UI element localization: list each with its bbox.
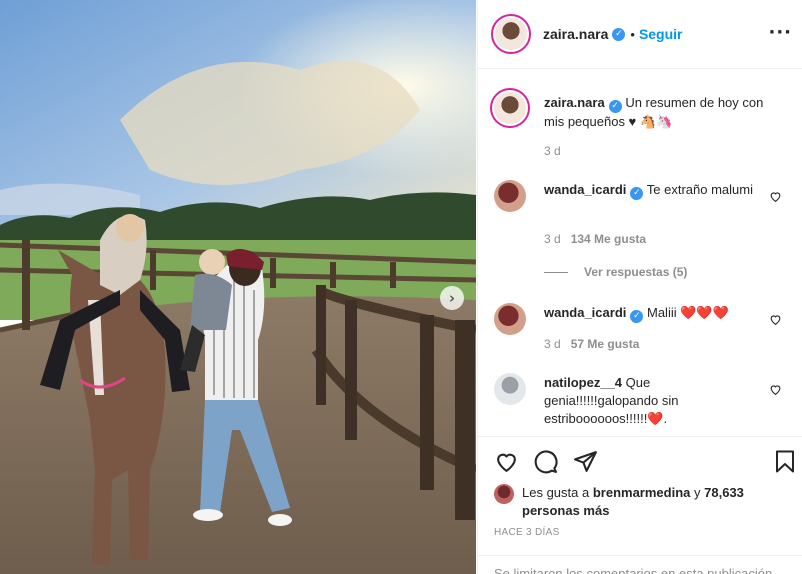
heart-icon[interactable] [494, 449, 519, 474]
comments-limited-notice: Se limitaron los comentarios en esta pub… [478, 555, 802, 574]
post-panel: zaira.nara ✓ • Seguir ··· zaira.nara ✓ Un… [477, 0, 802, 574]
comment-text: Te extraño malumi [646, 182, 753, 197]
comment-time: 3 d [544, 337, 561, 351]
comment-time: 3 d [544, 232, 561, 246]
comment-end: . [663, 411, 668, 426]
commenter-avatar[interactable] [494, 180, 526, 212]
verified-badge-icon: ✓ [612, 27, 626, 41]
unicorn-emoji-icon: 🦄 [656, 114, 673, 129]
liker-username[interactable]: brenmarmedina [593, 485, 691, 500]
verified-badge-icon: ✓ [608, 100, 622, 113]
photo-illustration [0, 0, 476, 574]
more-options-icon[interactable]: ··· [768, 22, 792, 43]
follow-button[interactable]: Seguir [639, 26, 683, 42]
author-username[interactable]: zaira.nara [543, 26, 608, 42]
comment-text: Maliii [647, 305, 677, 320]
liker-avatar[interactable] [494, 484, 514, 504]
commenter-username[interactable]: natilopez__4 [544, 375, 622, 390]
caption-avatar[interactable] [490, 88, 530, 128]
comment-likes[interactable]: 134 Me gusta [571, 232, 646, 246]
likes-prefix: Les gusta a [522, 485, 590, 500]
post-photo[interactable]: › [0, 0, 476, 574]
post-timestamp[interactable]: HACE 3 DÍAS [494, 527, 560, 538]
red-heart-emoji: ❤️ [647, 411, 664, 426]
share-icon[interactable] [573, 449, 598, 474]
post-header: zaira.nara ✓ • Seguir ··· [478, 0, 802, 69]
comment-meta: 3 d 134 Me gusta [544, 232, 646, 246]
bookmark-icon[interactable] [773, 449, 797, 474]
verified-badge-icon: ✓ [630, 187, 644, 200]
commenter-username[interactable]: wanda_icardi [544, 305, 626, 320]
commenter-avatar[interactable] [494, 303, 526, 335]
horse-emoji-icon: 🐴 [639, 114, 657, 129]
commenter-avatar[interactable] [494, 373, 526, 405]
comments-list[interactable]: zaira.nara ✓ Un resumen de hoy con mis pe… [478, 70, 802, 436]
comment-meta: 3 d 57 Me gusta [544, 337, 639, 351]
commenter-username[interactable]: wanda_icardi [544, 182, 626, 197]
likes-conj: y [694, 485, 701, 500]
replies-divider [544, 271, 568, 273]
like-comment-heart-icon[interactable] [769, 383, 782, 396]
comment-text-block: wanda_icardi ✓ Maliii ❤️❤️❤️ [544, 304, 766, 323]
view-replies-label: Ver respuestas (5) [584, 265, 688, 279]
caption-username[interactable]: zaira.nara [544, 95, 605, 110]
avatar[interactable] [491, 14, 531, 54]
comment-icon[interactable] [533, 449, 558, 474]
separator-dot: • [630, 26, 635, 42]
view-replies-button[interactable]: Ver respuestas (5) [544, 265, 687, 279]
caption-text-block: zaira.nara ✓ Un resumen de hoy con mis pe… [544, 94, 766, 131]
like-comment-heart-icon[interactable] [769, 313, 782, 326]
caption-time: 3 d [544, 144, 561, 158]
chevron-right-icon[interactable]: › [440, 286, 464, 310]
like-comment-heart-icon[interactable] [769, 190, 782, 203]
verified-badge-icon: ✓ [630, 310, 644, 323]
red-hearts-emoji: ❤️❤️❤️ [680, 305, 729, 320]
post-actions: Les gusta a brenmarmedina y 78,633 perso… [478, 436, 802, 574]
comment-text-block: wanda_icardi ✓ Te extraño malumi [544, 181, 766, 200]
comment-likes[interactable]: 57 Me gusta [571, 337, 640, 351]
comment-text-block: natilopez__4 Que genia!!!!!!galopando si… [544, 374, 766, 428]
likes-summary: Les gusta a brenmarmedina y 78,633 perso… [494, 484, 792, 520]
